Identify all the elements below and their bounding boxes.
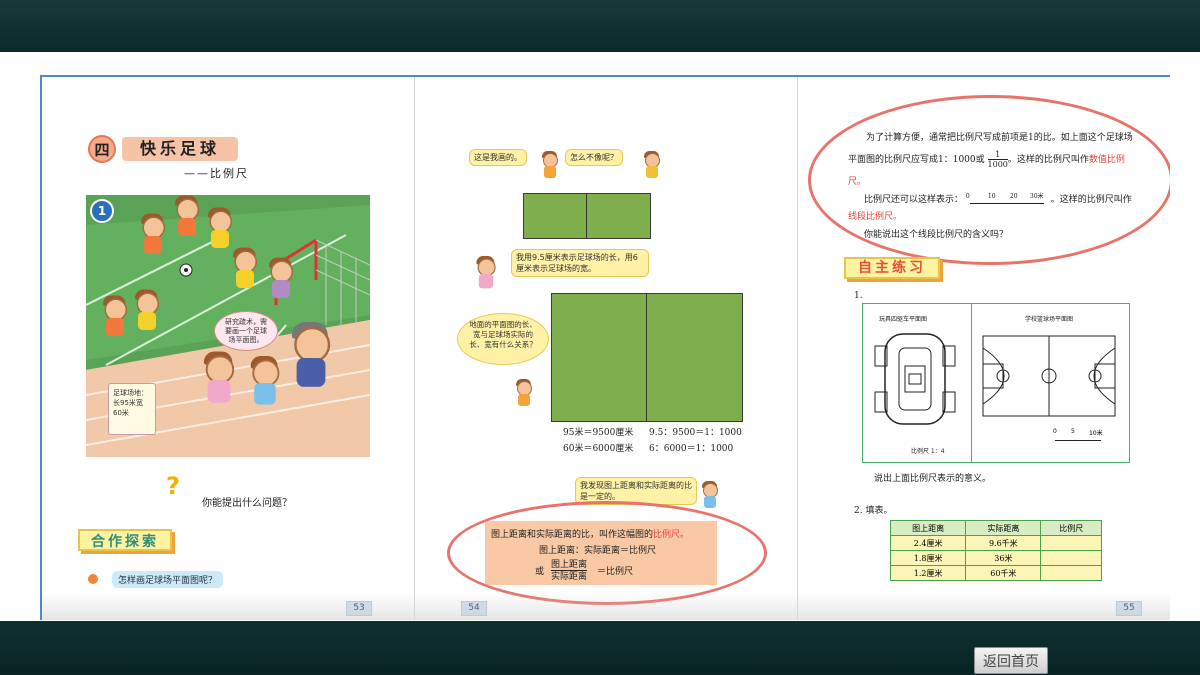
highlight-ellipse-2 bbox=[808, 95, 1170, 265]
chapter-heading: 四 快乐足球 bbox=[88, 135, 238, 163]
page-53: 四 快乐足球 ——比例尺 研究疏术，需要画一个足球场平面图。 足球场地：长95米… bbox=[42, 77, 414, 620]
top-bar bbox=[0, 0, 1200, 52]
table-cell bbox=[1040, 565, 1102, 581]
map2-title: 学校篮球场平面图 bbox=[1025, 316, 1074, 323]
girl-avatar-2 bbox=[475, 256, 497, 289]
section-heading-practice: 自主练习 bbox=[844, 257, 940, 279]
map1-scale: 比例尺 1：4 bbox=[911, 448, 945, 455]
maps-frame: 玩具四驱车平面图 比例尺 1：4 学校篮球场平面图 0 5 10米 bbox=[862, 303, 1130, 463]
table-header: 图上距离 bbox=[889, 520, 967, 536]
boy-avatar-2 bbox=[515, 379, 533, 407]
coach bbox=[289, 322, 332, 389]
table-cell: 1.8厘米 bbox=[889, 550, 967, 566]
section-heading: 合作探索 bbox=[78, 529, 172, 551]
table-cell: 60千米 bbox=[965, 565, 1042, 581]
table-row: 1.8厘米 36米 bbox=[889, 550, 1102, 566]
boy-avatar-3 bbox=[701, 481, 719, 509]
textbook-spread: 四 快乐足球 ——比例尺 研究疏术，需要画一个足球场平面图。 足球场地：长95米… bbox=[40, 75, 1170, 620]
prompt-text: 怎样画足球场平面图呢？ bbox=[112, 571, 224, 588]
table-row: 2.4厘米 9.6千米 bbox=[889, 535, 1102, 551]
table-cell: 36米 bbox=[965, 550, 1042, 566]
player-1 bbox=[140, 213, 167, 256]
chapter-title: 快乐足球 bbox=[122, 137, 238, 161]
table-cell bbox=[1040, 550, 1102, 566]
soccer-illustration: 研究疏术，需要画一个足球场平面图。 足球场地：长95米宽60米 1 bbox=[86, 195, 370, 457]
large-field-drawing bbox=[551, 293, 743, 422]
table-header: 实际距离 bbox=[965, 520, 1042, 536]
player-2 bbox=[174, 195, 201, 238]
question-text: 你能提出什么问题？ bbox=[202, 498, 292, 509]
prompt-bullet-icon bbox=[88, 574, 98, 584]
map2-segment-scale: 0 5 10米 bbox=[1053, 428, 1113, 446]
question-mark-icon: ? bbox=[166, 472, 180, 500]
toy-car-plan bbox=[874, 333, 956, 425]
table-cell: 1.2厘米 bbox=[889, 565, 967, 581]
page-shadow bbox=[42, 592, 414, 620]
chapter-subtitle: ——比例尺 bbox=[184, 167, 249, 180]
bubble-drawn: 这是我画的。 bbox=[469, 149, 527, 166]
highlight-ellipse-1 bbox=[447, 501, 767, 605]
player-4 bbox=[232, 247, 259, 290]
small-field-drawing bbox=[523, 193, 651, 239]
basketball-court-plan bbox=[982, 335, 1116, 417]
chapter-number: 四 bbox=[88, 135, 116, 163]
bubble-doubt: 怎么不像呢？ bbox=[565, 149, 623, 166]
player-6 bbox=[102, 295, 129, 338]
exercise-1-number: 1. bbox=[854, 291, 863, 301]
table-header: 比例尺 bbox=[1040, 520, 1102, 536]
calc-right-2: 6：6000＝1：1000 bbox=[649, 444, 734, 454]
child-boy bbox=[249, 356, 281, 407]
map-divider bbox=[971, 304, 972, 462]
table-cell: 9.6千米 bbox=[965, 535, 1042, 551]
page-55: 为了计算方便，通常把比例尺写成前项是1的比。如上面这个足球场平面图的比例尺应写成… bbox=[797, 77, 1170, 620]
exercise-2-title: 2. 填表。 bbox=[854, 506, 893, 516]
exercise-1-question: 说出上面比例尺表示的意义。 bbox=[874, 474, 992, 484]
page-shadow bbox=[798, 592, 1170, 620]
child-girl bbox=[202, 351, 236, 404]
calc-left-2: 60米＝6000厘米 bbox=[563, 444, 634, 454]
page-54: 这是我画的。 怎么不像呢？ 我用9.5厘米表示足球场的长，用6厘米表示足球场的宽… bbox=[414, 77, 797, 620]
bubble-measure: 我用9.5厘米表示足球场的长，用6厘米表示足球场的宽。 bbox=[511, 249, 649, 277]
player-7 bbox=[134, 289, 161, 332]
field-sign: 足球场地：长95米宽60米 bbox=[108, 383, 156, 435]
table-cell bbox=[1040, 535, 1102, 551]
fill-table: 图上距离 实际距离 比例尺 2.4厘米 9.6千米 1.8厘米 36米 1.2厘 bbox=[889, 520, 1102, 581]
calc-left-1: 95米＝9500厘米 bbox=[563, 428, 634, 438]
map1-title: 玩具四驱车平面图 bbox=[879, 316, 928, 323]
girl-avatar bbox=[643, 151, 661, 179]
calc-right-1: 9.5：9500＝1：1000 bbox=[649, 428, 742, 438]
page-shadow bbox=[415, 592, 797, 620]
player-3 bbox=[207, 207, 234, 250]
coach-speech: 研究疏术，需要画一个足球场平面图。 bbox=[214, 311, 278, 351]
table-header-row: 图上距离 实际距离 比例尺 bbox=[889, 520, 1102, 536]
table-row: 1.2厘米 60千米 bbox=[889, 565, 1102, 581]
home-button[interactable]: 返回首页 bbox=[974, 647, 1048, 674]
table-cell: 2.4厘米 bbox=[889, 535, 967, 551]
panel-number: 1 bbox=[90, 199, 114, 223]
player-5 bbox=[268, 257, 295, 300]
bubble-question: 地面的平面图的长、宽与足球场实际的长、宽有什么关系？ bbox=[457, 313, 549, 365]
boy-avatar bbox=[541, 151, 559, 179]
